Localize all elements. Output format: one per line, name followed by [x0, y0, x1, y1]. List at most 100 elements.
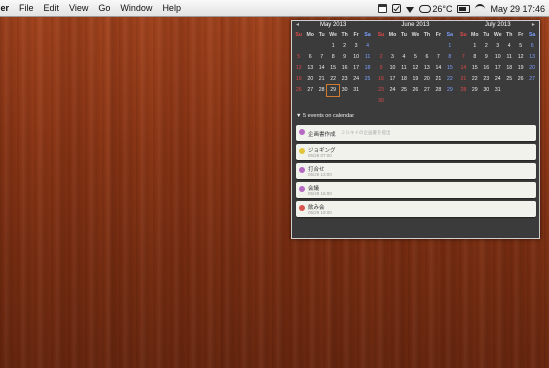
day-cell[interactable]: 26: [410, 85, 421, 96]
battery-icon[interactable]: [457, 4, 471, 13]
day-cell[interactable]: 13: [526, 52, 537, 63]
day-cell[interactable]: 5: [410, 52, 421, 63]
day-cell[interactable]: 13: [421, 63, 432, 74]
day-cell[interactable]: 30: [481, 85, 492, 96]
day-cell[interactable]: 10: [492, 52, 503, 63]
event-item[interactable]: 飲み会 05/29 19:00: [296, 201, 536, 217]
day-cell[interactable]: 23: [481, 74, 492, 85]
day-cell[interactable]: 24: [350, 74, 361, 85]
day-cell[interactable]: 21: [316, 74, 327, 85]
day-cell[interactable]: 20: [526, 63, 537, 74]
day-cell[interactable]: 16: [339, 63, 350, 74]
day-cell[interactable]: 29: [444, 85, 455, 96]
day-cell[interactable]: 27: [526, 74, 537, 85]
day-cell[interactable]: 15: [444, 63, 455, 74]
day-cell[interactable]: 12: [293, 63, 304, 74]
day-cell[interactable]: 31: [492, 85, 503, 96]
day-cell[interactable]: 25: [398, 85, 409, 96]
app-menu[interactable]: ler: [0, 3, 14, 13]
calendar-icon[interactable]: [378, 4, 388, 13]
day-cell[interactable]: 21: [458, 74, 469, 85]
menu-edit[interactable]: Edit: [39, 3, 65, 13]
day-cell[interactable]: 16: [481, 63, 492, 74]
day-cell[interactable]: 25: [362, 74, 373, 85]
day-cell[interactable]: 13: [304, 63, 315, 74]
day-cell[interactable]: 14: [316, 63, 327, 74]
day-cell[interactable]: 2: [481, 41, 492, 52]
day-cell[interactable]: 29: [326, 84, 340, 97]
download-arrow-icon[interactable]: [406, 6, 415, 13]
events-header[interactable]: ▼ 5 events on calendar: [296, 113, 354, 119]
day-cell[interactable]: 3: [387, 52, 398, 63]
next-month-icon[interactable]: ▸: [532, 21, 535, 30]
day-cell[interactable]: 9: [481, 52, 492, 63]
day-cell[interactable]: 14: [458, 63, 469, 74]
day-cell[interactable]: 10: [350, 52, 361, 63]
day-cell[interactable]: 14: [433, 63, 444, 74]
disclosure-triangle-icon[interactable]: ▼: [296, 113, 301, 119]
day-cell[interactable]: 3: [350, 41, 361, 52]
day-cell[interactable]: 26: [293, 85, 304, 96]
day-cell[interactable]: 22: [469, 74, 480, 85]
clock[interactable]: May 29 17:46: [490, 4, 545, 14]
day-cell[interactable]: 15: [469, 63, 480, 74]
day-cell[interactable]: 11: [362, 52, 373, 63]
day-cell[interactable]: 7: [316, 52, 327, 63]
day-cell[interactable]: 8: [327, 52, 338, 63]
event-item[interactable]: ジョギング 05/29 07:00: [296, 144, 536, 160]
day-cell[interactable]: 18: [398, 74, 409, 85]
menu-view[interactable]: View: [64, 3, 93, 13]
day-cell[interactable]: 11: [503, 52, 514, 63]
day-cell[interactable]: 17: [387, 74, 398, 85]
day-cell[interactable]: 15: [327, 63, 338, 74]
day-cell[interactable]: 6: [421, 52, 432, 63]
day-cell[interactable]: 7: [433, 52, 444, 63]
day-cell[interactable]: 16: [375, 74, 386, 85]
day-cell[interactable]: 4: [362, 41, 373, 52]
day-cell[interactable]: 17: [350, 63, 361, 74]
weather-widget[interactable]: 26°C: [419, 4, 452, 14]
day-cell[interactable]: 25: [503, 74, 514, 85]
day-cell[interactable]: 6: [304, 52, 315, 63]
day-cell[interactable]: 18: [362, 63, 373, 74]
day-cell[interactable]: 19: [410, 74, 421, 85]
day-cell[interactable]: 2: [375, 52, 386, 63]
day-cell[interactable]: 31: [350, 85, 361, 96]
day-cell[interactable]: 18: [503, 63, 514, 74]
day-cell[interactable]: 30: [375, 96, 386, 107]
day-cell[interactable]: 1: [444, 41, 455, 52]
day-cell[interactable]: 12: [515, 52, 526, 63]
day-cell[interactable]: 8: [469, 52, 480, 63]
day-cell[interactable]: 29: [469, 85, 480, 96]
day-cell[interactable]: 4: [398, 52, 409, 63]
day-cell[interactable]: 17: [492, 63, 503, 74]
day-cell[interactable]: 22: [444, 74, 455, 85]
day-cell[interactable]: 2: [339, 41, 350, 52]
day-cell[interactable]: 7: [458, 52, 469, 63]
day-cell[interactable]: 1: [327, 41, 338, 52]
day-cell[interactable]: 20: [421, 74, 432, 85]
day-cell[interactable]: 23: [339, 74, 350, 85]
day-cell[interactable]: 28: [433, 85, 444, 96]
day-cell[interactable]: 27: [421, 85, 432, 96]
event-item[interactable]: 打合せ 05/29 13:00: [296, 163, 536, 179]
day-cell[interactable]: 11: [398, 63, 409, 74]
event-item[interactable]: 企画書作成 ミルキドの企画書を提出: [296, 125, 536, 141]
day-cell[interactable]: 6: [526, 41, 537, 52]
day-cell[interactable]: 23: [375, 85, 386, 96]
prev-month-icon[interactable]: ◂: [296, 21, 299, 30]
day-cell[interactable]: 5: [515, 41, 526, 52]
day-cell[interactable]: 28: [316, 85, 327, 96]
menu-go[interactable]: Go: [93, 3, 115, 13]
day-cell[interactable]: 9: [375, 63, 386, 74]
wifi-icon[interactable]: [475, 4, 486, 13]
day-cell[interactable]: 19: [515, 63, 526, 74]
day-cell[interactable]: 26: [515, 74, 526, 85]
day-cell[interactable]: 19: [293, 74, 304, 85]
day-cell[interactable]: 20: [304, 74, 315, 85]
day-cell[interactable]: 22: [327, 74, 338, 85]
checkbox-icon[interactable]: [392, 4, 402, 13]
event-item[interactable]: 会議 05/29 16:00: [296, 182, 536, 198]
day-cell[interactable]: 1: [469, 41, 480, 52]
day-cell[interactable]: 10: [387, 63, 398, 74]
